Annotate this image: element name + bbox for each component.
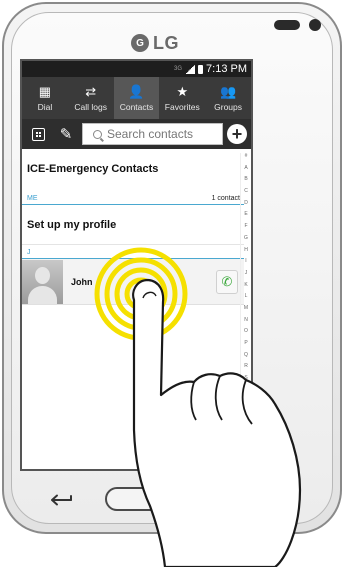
- back-key-icon[interactable]: [50, 493, 74, 507]
- compose-button[interactable]: ✎: [54, 123, 78, 145]
- tab-label: Favorites: [164, 101, 200, 112]
- alpha-index-letter[interactable]: O: [244, 328, 248, 334]
- alpha-index-letter[interactable]: T: [244, 387, 247, 393]
- tab-bar: ▦ Dial ⇄ Call logs 👤 Contacts ★ Favorite…: [22, 77, 251, 119]
- section-header-me: ME 1 contact: [22, 189, 244, 205]
- alpha-index-letter[interactable]: A: [244, 165, 247, 171]
- avatar[interactable]: [22, 259, 63, 304]
- home-key[interactable]: [105, 487, 169, 511]
- front-camera: [309, 19, 321, 31]
- alpha-index-letter[interactable]: C: [244, 188, 248, 194]
- call-button[interactable]: ✆: [216, 269, 238, 294]
- tab-label: Groups: [214, 101, 243, 112]
- alpha-index-letter[interactable]: L: [245, 293, 248, 299]
- sim-indicator: 3G: [174, 66, 183, 72]
- signal-icon: [185, 64, 196, 74]
- alpha-index-letter[interactable]: #: [245, 153, 248, 159]
- alpha-index-letter[interactable]: S: [244, 375, 247, 381]
- call-logs-icon: ⇄: [85, 83, 97, 99]
- alpha-index-letter[interactable]: E: [244, 211, 247, 217]
- star-icon: ★: [176, 83, 189, 99]
- alphabet-scroller[interactable]: # A B C D E F G H I J K L M N O P Q R S T U V W X Y Z: [240, 153, 251, 463]
- tab-dial[interactable]: ▦ Dial: [22, 77, 68, 119]
- alpha-index-letter[interactable]: J: [245, 270, 248, 276]
- alpha-index-letter[interactable]: G: [244, 235, 248, 241]
- speed-dial-button[interactable]: [26, 123, 50, 145]
- section-title: ME: [27, 195, 38, 202]
- status-bar: 3G 7:13 PM: [22, 61, 251, 77]
- tab-contacts[interactable]: 👤 Contacts: [113, 77, 160, 119]
- tab-label: Call logs: [74, 101, 107, 112]
- alpha-index-letter[interactable]: I: [245, 258, 246, 264]
- alpha-index-letter[interactable]: Y: [244, 445, 247, 451]
- alpha-index-letter[interactable]: P: [244, 340, 247, 346]
- contacts-icon: 👤: [128, 83, 145, 99]
- contacts-toolbar: ✎ Search contacts +: [22, 119, 251, 149]
- search-placeholder: Search contacts: [107, 127, 194, 141]
- brand-name: LG: [153, 32, 179, 53]
- alpha-index-letter[interactable]: X: [244, 434, 247, 440]
- alpha-index-letter[interactable]: F: [244, 223, 247, 229]
- tab-groups[interactable]: 👥 Groups: [205, 77, 251, 119]
- alpha-index-letter[interactable]: W: [244, 422, 249, 428]
- alpha-index-letter[interactable]: H: [244, 247, 248, 253]
- grid-icon: [31, 127, 45, 141]
- alpha-index-letter[interactable]: K: [244, 282, 247, 288]
- tap-indicator: [94, 247, 188, 341]
- alpha-index-letter[interactable]: U: [244, 398, 248, 404]
- add-contact-button[interactable]: +: [227, 124, 247, 144]
- avatar-head: [35, 266, 50, 284]
- lg-logo-icon: G: [131, 34, 149, 52]
- status-time: 7:13 PM: [206, 63, 247, 75]
- alpha-index-letter[interactable]: B: [244, 176, 247, 182]
- alpha-index-letter[interactable]: N: [244, 317, 248, 323]
- section-count: 1 contact: [211, 195, 240, 202]
- alpha-index-letter[interactable]: M: [244, 305, 248, 311]
- battery-icon: [198, 64, 204, 74]
- alpha-index-letter[interactable]: D: [244, 200, 248, 206]
- brand-logo: G LG: [131, 33, 179, 53]
- edit-icon: ✎: [59, 125, 73, 143]
- ice-emergency-contacts[interactable]: ICE-Emergency Contacts: [22, 149, 244, 189]
- tab-label: Contacts: [119, 101, 154, 112]
- tab-call-logs[interactable]: ⇄ Call logs: [68, 77, 114, 119]
- phone-icon: ✆: [221, 273, 233, 289]
- tab-label: Dial: [37, 101, 53, 112]
- tab-favorites[interactable]: ★ Favorites: [159, 77, 205, 119]
- groups-icon: 👥: [219, 83, 237, 99]
- alpha-index-letter[interactable]: Q: [244, 352, 248, 358]
- alpha-index-letter[interactable]: Z: [244, 457, 247, 463]
- avatar-body: [28, 285, 57, 304]
- alpha-index-letter[interactable]: R: [244, 363, 248, 369]
- search-input[interactable]: Search contacts: [82, 123, 223, 145]
- alpha-index-letter[interactable]: V: [244, 410, 247, 416]
- search-icon: [93, 129, 102, 139]
- earpiece-speaker: [274, 20, 300, 30]
- set-up-profile-row[interactable]: Set up my profile: [22, 205, 244, 245]
- keypad-icon: ▦: [38, 83, 52, 99]
